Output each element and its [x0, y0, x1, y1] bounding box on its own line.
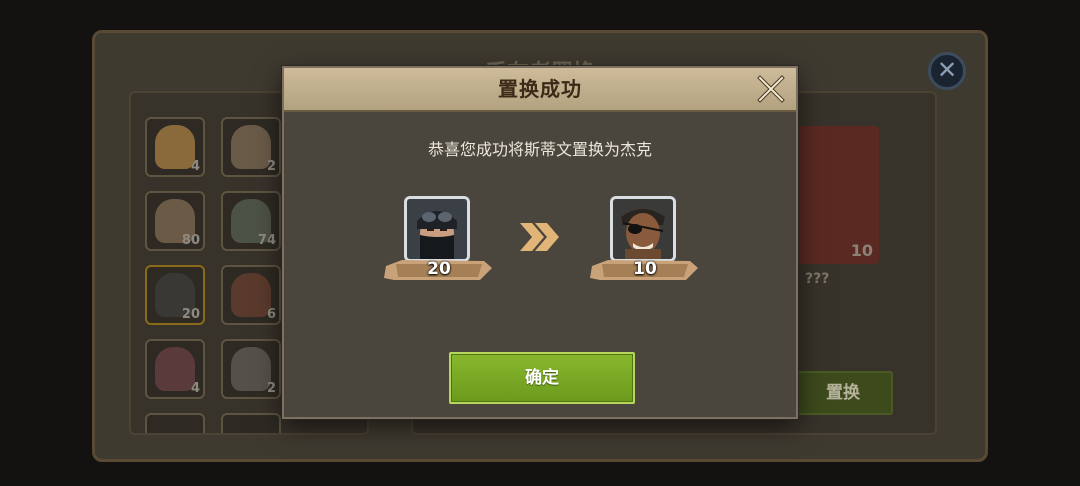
- confirm-button[interactable]: 确定: [449, 352, 635, 404]
- hero-tile-count: 80: [181, 233, 200, 248]
- hero-portrait: [155, 125, 195, 169]
- hero-portrait: [231, 347, 271, 391]
- hero-portrait: [231, 273, 271, 317]
- swap-button[interactable]: 置换: [793, 371, 893, 415]
- target-hero-card[interactable]: 10: [789, 126, 879, 264]
- from-hero: 20: [384, 196, 494, 292]
- target-hero-name: ???: [805, 271, 830, 287]
- hero-portrait: [155, 347, 195, 391]
- hero-tile[interactable]: 80: [145, 191, 205, 251]
- to-hero-portrait: [610, 196, 676, 262]
- hero-tile[interactable]: 4: [145, 339, 205, 399]
- close-icon[interactable]: [754, 72, 788, 106]
- hero-tile[interactable]: 4: [145, 117, 205, 177]
- success-message: 恭喜您成功将斯蒂文置换为杰克: [427, 140, 652, 159]
- hero-tile-count: 6: [266, 307, 276, 322]
- hero-tile-count: 4: [190, 381, 200, 396]
- hero-tile-count: 4: [190, 159, 200, 174]
- from-hero-count: 20: [427, 259, 451, 279]
- hero-tile-selected[interactable]: 20: [145, 265, 205, 325]
- hero-portrait: [231, 125, 271, 169]
- target-hero-count: 10: [850, 241, 873, 260]
- hero-tile-count: 20: [181, 307, 200, 322]
- hero-tile-count: 74: [257, 233, 276, 248]
- hero-tile-count: 2: [266, 159, 276, 174]
- hero-tile[interactable]: [145, 413, 205, 433]
- background-close-icon[interactable]: ✕: [928, 52, 966, 90]
- to-hero: 10: [590, 196, 700, 292]
- dialog-header: 置换成功: [284, 68, 796, 112]
- hero-tile[interactable]: 2: [221, 339, 281, 399]
- hero-tile[interactable]: [221, 413, 281, 433]
- dialog-title: 置换成功: [498, 77, 582, 101]
- hero-tile[interactable]: 2: [221, 117, 281, 177]
- from-hero-portrait: [404, 196, 470, 262]
- hero-tile-count: 2: [266, 381, 276, 396]
- hero-tile[interactable]: 74: [221, 191, 281, 251]
- to-hero-count: 10: [633, 259, 657, 279]
- hero-tile[interactable]: 6: [221, 265, 281, 325]
- swap-success-dialog: 置换成功 恭喜您成功将斯蒂文置换为杰克 20 10 确定: [282, 66, 798, 419]
- double-chevron-right-icon: [520, 223, 559, 251]
